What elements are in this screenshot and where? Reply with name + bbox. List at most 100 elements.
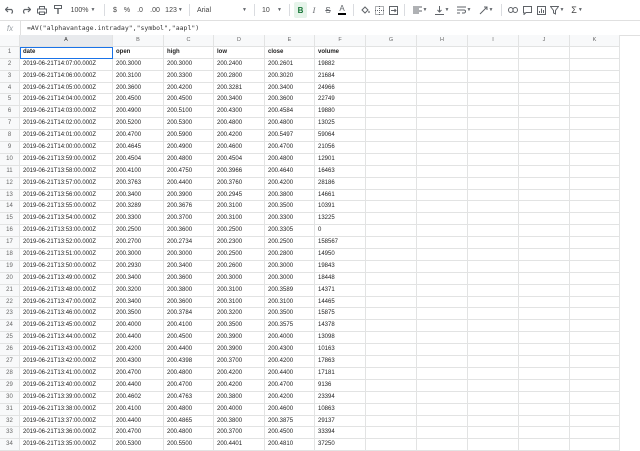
data-cell[interactable]	[468, 272, 519, 285]
data-cell[interactable]	[468, 344, 519, 357]
row-number[interactable]: 12	[0, 177, 20, 190]
data-cell[interactable]: 200.5500	[164, 439, 214, 451]
row-number[interactable]: 13	[0, 189, 20, 202]
horizontal-align-icon[interactable]: ▼	[409, 2, 431, 18]
row-number[interactable]: 7	[0, 118, 20, 131]
data-cell[interactable]	[417, 272, 468, 285]
data-cell[interactable]: 200.4100	[113, 165, 164, 178]
data-cell[interactable]: 19880	[315, 106, 366, 119]
data-cell[interactable]: 14661	[315, 189, 366, 202]
data-cell[interactable]: 200.4700	[113, 367, 164, 380]
data-cell[interactable]: 200.3400	[113, 296, 164, 309]
data-cell[interactable]: 200.4800	[164, 403, 214, 416]
data-cell[interactable]	[570, 427, 620, 440]
data-cell[interactable]: 2019-06-21T14:07:00.000Z	[20, 58, 113, 71]
data-cell[interactable]	[417, 415, 468, 428]
data-cell[interactable]	[570, 367, 620, 380]
data-cell[interactable]	[468, 284, 519, 297]
data-cell[interactable]: 2019-06-21T13:53:00.000Z	[20, 225, 113, 238]
data-cell[interactable]	[468, 70, 519, 83]
row-number[interactable]: 24	[0, 320, 20, 333]
data-cell[interactable]: 200.3000	[214, 272, 265, 285]
data-cell[interactable]	[468, 213, 519, 226]
data-cell[interactable]	[519, 225, 570, 238]
data-cell[interactable]	[366, 58, 417, 71]
data-cell[interactable]: 200.4700	[265, 379, 315, 392]
data-cell[interactable]	[468, 356, 519, 368]
row-number[interactable]: 22	[0, 296, 20, 309]
data-cell[interactable]: 14378	[315, 320, 366, 333]
data-cell[interactable]	[417, 106, 468, 119]
row-number[interactable]: 16	[0, 225, 20, 238]
row-number[interactable]: 30	[0, 391, 20, 404]
data-cell[interactable]: 2019-06-21T13:45:00.000Z	[20, 320, 113, 333]
data-cell[interactable]	[570, 344, 620, 357]
data-cell[interactable]	[519, 58, 570, 71]
data-cell[interactable]: 0	[315, 225, 366, 238]
header-cell[interactable]: date	[20, 46, 113, 59]
data-cell[interactable]	[468, 415, 519, 428]
data-cell[interactable]: 200.4500	[113, 94, 164, 107]
data-cell[interactable]	[570, 177, 620, 190]
column-header-g[interactable]: G	[366, 35, 417, 47]
row-number[interactable]: 1	[0, 46, 20, 59]
data-cell[interactable]: 200.3875	[265, 415, 315, 428]
data-cell[interactable]: 16463	[315, 165, 366, 178]
data-cell[interactable]: 200.3676	[164, 201, 214, 214]
data-cell[interactable]	[570, 70, 620, 83]
data-cell[interactable]	[417, 379, 468, 392]
column-header-b[interactable]: B	[113, 35, 164, 47]
filter-icon[interactable]: ▼	[548, 2, 566, 18]
data-cell[interactable]: 200.4600	[214, 142, 265, 154]
data-cell[interactable]: 200.4100	[113, 403, 164, 416]
data-cell[interactable]: 200.4800	[164, 367, 214, 380]
data-cell[interactable]: 200.3100	[113, 70, 164, 83]
data-cell[interactable]	[519, 284, 570, 297]
data-cell[interactable]: 2019-06-21T13:40:00.000Z	[20, 379, 113, 392]
data-cell[interactable]	[570, 142, 620, 154]
data-cell[interactable]	[366, 284, 417, 297]
data-cell[interactable]	[570, 165, 620, 178]
row-number[interactable]: 4	[0, 82, 20, 95]
data-cell[interactable]	[468, 118, 519, 131]
data-cell[interactable]: 2019-06-21T13:52:00.000Z	[20, 237, 113, 250]
data-cell[interactable]: 200.4400	[164, 344, 214, 357]
data-cell[interactable]	[570, 356, 620, 368]
header-cell[interactable]	[468, 46, 519, 59]
data-cell[interactable]: 13225	[315, 213, 366, 226]
data-cell[interactable]	[417, 320, 468, 333]
data-cell[interactable]	[570, 249, 620, 261]
data-cell[interactable]: 200.4700	[164, 379, 214, 392]
data-cell[interactable]: 200.2500	[265, 237, 315, 250]
data-cell[interactable]: 200.4800	[164, 153, 214, 166]
data-cell[interactable]	[519, 70, 570, 83]
data-cell[interactable]	[519, 106, 570, 119]
header-cell[interactable]	[570, 46, 620, 59]
data-cell[interactable]: 14371	[315, 284, 366, 297]
row-number[interactable]: 17	[0, 237, 20, 250]
data-cell[interactable]	[519, 189, 570, 202]
data-cell[interactable]: 200.3400	[164, 260, 214, 273]
data-cell[interactable]: 2019-06-21T13:54:00.000Z	[20, 213, 113, 226]
data-cell[interactable]: 200.4200	[265, 356, 315, 368]
data-cell[interactable]	[519, 308, 570, 321]
data-cell[interactable]: 33394	[315, 427, 366, 440]
data-cell[interactable]: 200.3200	[113, 284, 164, 297]
data-cell[interactable]: 21056	[315, 142, 366, 154]
column-header-d[interactable]: D	[214, 35, 265, 47]
data-cell[interactable]: 200.2601	[265, 58, 315, 71]
data-cell[interactable]	[468, 439, 519, 451]
row-number[interactable]: 8	[0, 130, 20, 143]
column-header-f[interactable]: F	[315, 35, 366, 47]
data-cell[interactable]	[366, 415, 417, 428]
currency-format-button[interactable]: $	[109, 2, 121, 18]
data-cell[interactable]	[468, 332, 519, 345]
data-cell[interactable]: 200.3900	[214, 344, 265, 357]
data-cell[interactable]	[417, 201, 468, 214]
data-cell[interactable]	[519, 332, 570, 345]
data-cell[interactable]: 200.3800	[214, 391, 265, 404]
select-all-corner[interactable]	[0, 35, 20, 47]
data-cell[interactable]	[468, 225, 519, 238]
data-cell[interactable]: 200.3289	[113, 201, 164, 214]
increase-decimal-button[interactable]: .00	[147, 2, 163, 18]
